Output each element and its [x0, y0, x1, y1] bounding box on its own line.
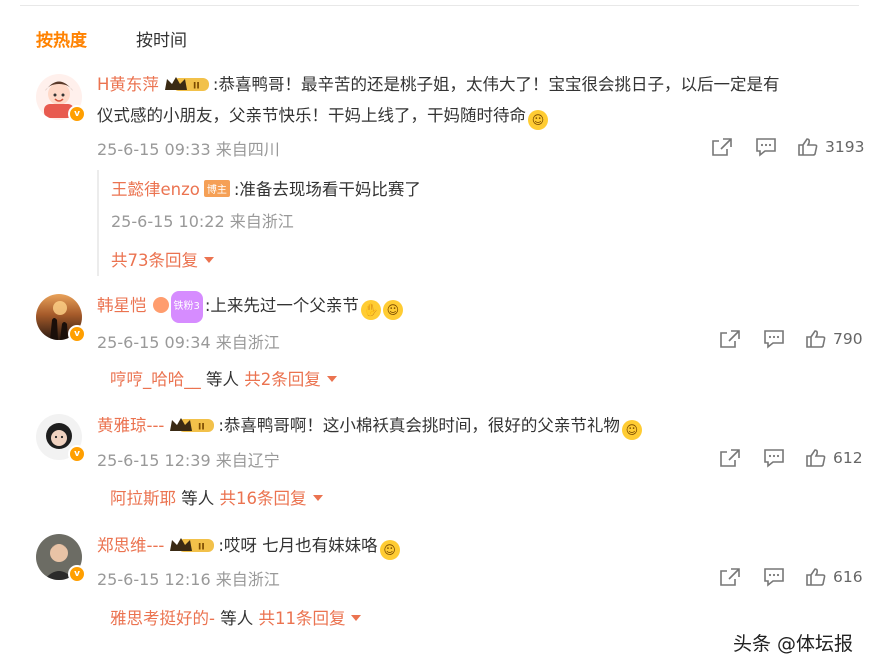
comment-body: 黄雅琼--- II :恭喜鸭哥啊！这小棉袄真会挑时间，很好的父亲节礼物 ☺ [97, 411, 642, 441]
chevron-down-icon [312, 495, 323, 501]
comment-meta: 25-6-15 09:33 来自四川 [97, 140, 280, 159]
share-icon[interactable] [719, 567, 741, 587]
reply-preview-user: 雅思考挺好的- [110, 609, 215, 628]
comment-username[interactable]: 韩星恺 [97, 296, 147, 315]
top-divider [20, 5, 859, 6]
more-replies-label: 共11条回复 [258, 609, 346, 628]
emoji-icon: ☺ [621, 420, 642, 440]
share-icon[interactable] [711, 137, 733, 157]
chevron-down-icon [351, 615, 362, 621]
comment-meta: 25-6-15 09:34 来自浙江 [97, 333, 280, 352]
like-icon [798, 138, 818, 156]
comment-text: :上来先过一个父亲节 [204, 296, 359, 315]
comment-body: H黄东萍 II :恭喜鸭哥！最辛苦的还是桃子姐，太伟大了！宝宝很会挑日子，以后一定是… [97, 70, 779, 100]
comment-text: :哎呀 七月也有妹妹咯 [218, 536, 378, 555]
reply-preview-user: 哼哼_哈哈__ [110, 370, 201, 389]
like-count: 616 [833, 568, 863, 586]
more-replies-label: 共16条回复 [219, 489, 307, 508]
reply-box: 王懿律enzo 博主:准备去现场看干妈比赛了 25-6-15 10:22 来自浙江… [97, 170, 859, 276]
verified-badge-icon: v [68, 565, 86, 583]
reply-item: 王懿律enzo 博主:准备去现场看干妈比赛了 [111, 176, 421, 200]
emoji-icon: ✋ [360, 300, 381, 320]
fan-badge: 铁粉3 [170, 291, 203, 323]
reply-preview-user: 阿拉斯耶 [110, 489, 176, 508]
avatar[interactable]: v [36, 414, 86, 463]
comment-text: :恭喜鸭哥啊！这小棉袄真会挑时间，很好的父亲节礼物 [218, 416, 620, 435]
vip-crown-icon: II [170, 418, 215, 433]
comment-text-line2: 仪式感的小朋友，父亲节快乐！干妈上线了，干妈随时待命 [97, 106, 526, 125]
comment-body: 郑思维--- II :哎呀 七月也有妹妹咯 ☺ [97, 531, 400, 561]
comment-username[interactable]: 郑思维--- [97, 536, 164, 555]
comment-username[interactable]: H黄东萍 [97, 75, 159, 94]
reply-meta: 25-6-15 10:22 来自浙江 [111, 212, 294, 231]
comment-meta: 25-6-15 12:39 来自辽宁 [97, 451, 280, 470]
vip-crown-icon: II [164, 77, 209, 92]
vip-crown-icon: II [170, 538, 215, 553]
like-icon [806, 568, 826, 586]
like-count: 612 [833, 449, 863, 467]
share-icon[interactable] [719, 329, 741, 349]
comment-icon[interactable] [763, 329, 785, 349]
share-icon[interactable] [719, 448, 741, 468]
reply-username[interactable]: 王懿律enzo [111, 180, 200, 199]
more-replies-label: 共73条回复 [111, 251, 198, 270]
comment-body-line2: 仪式感的小朋友，父亲节快乐！干妈上线了，干妈随时待命 ☺ [97, 101, 548, 131]
more-replies-link[interactable]: 阿拉斯耶 等人 共16条回复 [110, 485, 323, 509]
chevron-down-icon [204, 257, 214, 263]
fan-heart-icon [152, 297, 169, 313]
more-replies-label: 共2条回复 [244, 370, 321, 389]
verified-badge-icon: v [68, 105, 86, 123]
avatar[interactable]: v [36, 534, 86, 583]
tab-sort-time[interactable]: 按时间 [136, 26, 187, 51]
like-button[interactable]: 3193 [797, 137, 864, 157]
emoji-icon: ☺ [379, 540, 400, 560]
comment-icon[interactable] [763, 448, 785, 468]
like-button[interactable]: 616 [805, 567, 863, 587]
like-count: 3193 [825, 138, 865, 156]
comment-body: 韩星恺 铁粉3:上来先过一个父亲节 ✋ ☺ [97, 291, 403, 323]
like-icon [806, 330, 826, 348]
avatar[interactable]: v [36, 294, 86, 343]
svg-text:II: II [193, 82, 200, 92]
more-replies-link[interactable]: 雅思考挺好的- 等人 共11条回复 [110, 605, 362, 629]
tab-sort-hot[interactable]: 按热度 [36, 26, 87, 51]
comment-text: :恭喜鸭哥！最辛苦的还是桃子姐，太伟大了！宝宝很会挑日子，以后一定是有 [212, 75, 780, 94]
more-replies-link[interactable]: 共73条回复 [111, 247, 214, 271]
verified-badge-icon: v [68, 325, 86, 343]
like-icon [806, 449, 826, 467]
svg-text:II: II [198, 423, 205, 433]
svg-text:II: II [198, 543, 205, 553]
comment-icon[interactable] [755, 137, 777, 157]
comment-icon[interactable] [763, 567, 785, 587]
chevron-down-icon [326, 376, 337, 382]
like-button[interactable]: 612 [805, 448, 863, 468]
verified-badge-icon: v [68, 445, 86, 463]
avatar[interactable]: v [36, 74, 86, 123]
comment-username[interactable]: 黄雅琼--- [97, 416, 164, 435]
comment-meta: 25-6-15 12:16 来自浙江 [97, 570, 280, 589]
reply-preview-mid: 等人 [220, 609, 254, 628]
more-replies-link[interactable]: 哼哼_哈哈__ 等人 共2条回复 [110, 366, 337, 390]
author-badge: 博主 [203, 180, 230, 197]
like-button[interactable]: 790 [805, 329, 863, 349]
reply-preview-mid: 等人 [181, 489, 215, 508]
source-watermark: 头条 @体坛报 [732, 633, 853, 655]
emoji-icon: ☺ [528, 110, 548, 130]
like-count: 790 [833, 330, 863, 348]
reply-preview-mid: 等人 [206, 370, 239, 389]
reply-text: :准备去现场看干妈比赛了 [233, 180, 421, 199]
emoji-icon: ☺ [382, 300, 403, 320]
